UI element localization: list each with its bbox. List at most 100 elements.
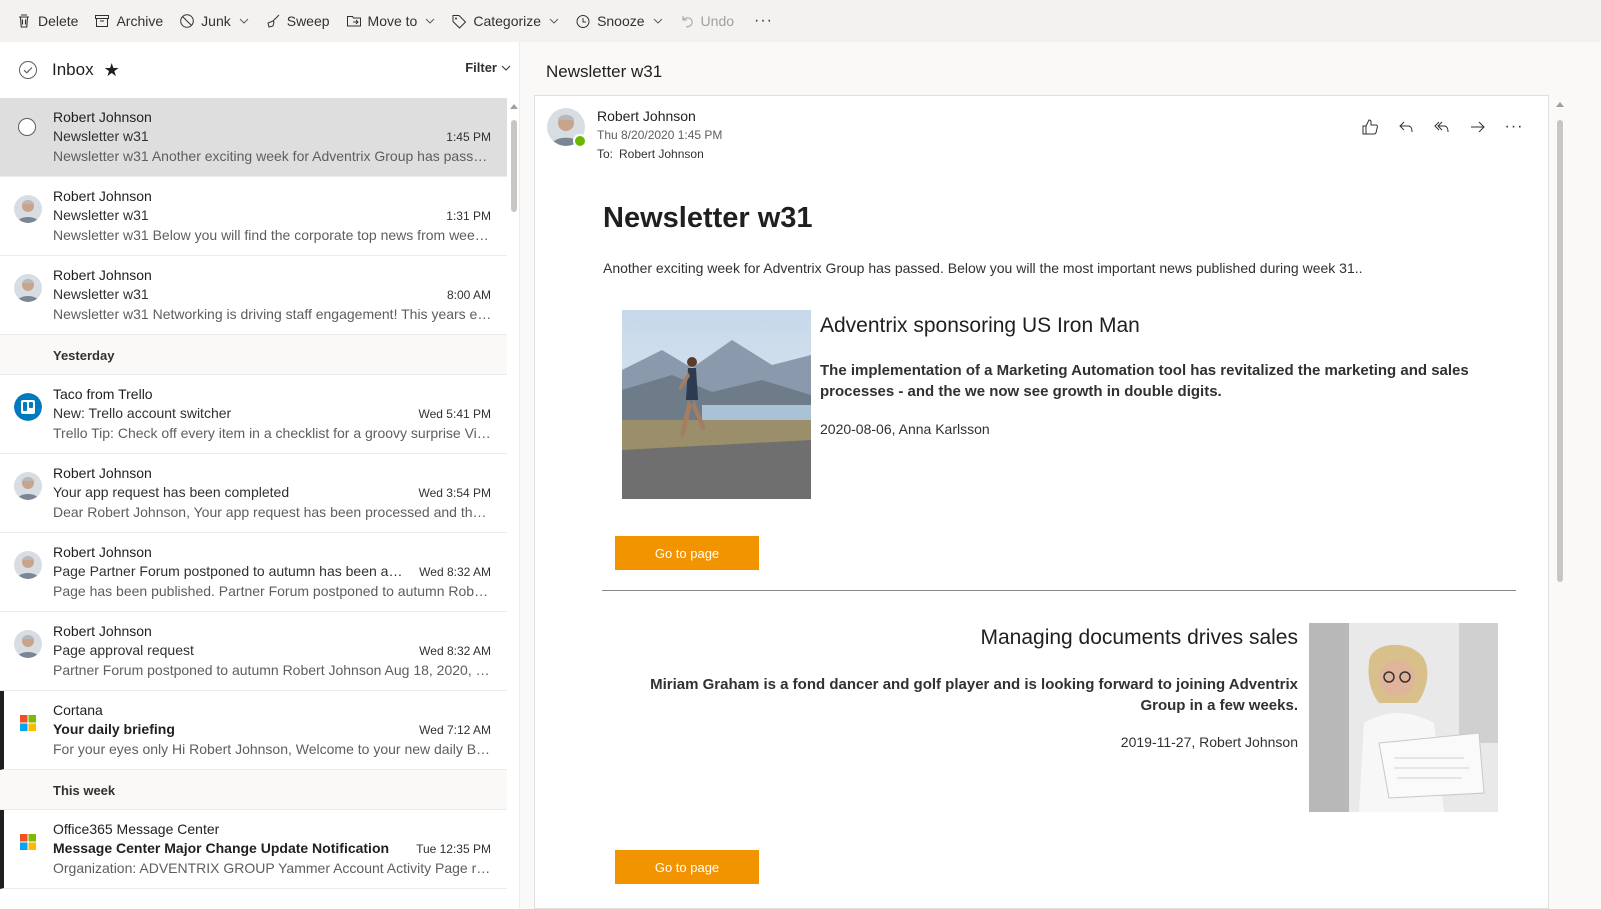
undo-icon (682, 16, 693, 28)
message-item[interactable]: Robert Johnson Page approval request Wed… (0, 612, 507, 691)
avatar (14, 195, 42, 223)
article-summary: The implementation of a Marketing Automa… (820, 362, 1469, 400)
scrollbar-thumb[interactable] (1557, 120, 1563, 582)
message-item-unread[interactable]: Cortana Your daily briefing Wed 7:12 AM … (0, 691, 507, 770)
undo-button[interactable]: Undo (671, 5, 742, 37)
message-item[interactable]: Taco from Trello New: Trello account swi… (0, 375, 507, 454)
forward-button[interactable] (1460, 116, 1496, 138)
select-all-checkmark-icon[interactable] (18, 60, 38, 80)
message-subject: Newsletter w31 (53, 286, 149, 302)
message-time: 1:45 PM (446, 130, 491, 144)
message-sender: Robert Johnson (53, 623, 152, 639)
move-to-label: Move to (367, 13, 418, 29)
message-subject: New: Trello account switcher (53, 405, 232, 421)
command-bar: Delete Archive Junk Sweep Move to Catego… (0, 0, 1601, 42)
block-icon (180, 14, 194, 28)
avatar (14, 551, 42, 579)
reply-all-icon (1434, 121, 1449, 133)
message-time: Wed 5:41 PM (418, 407, 491, 421)
message-list: Robert Johnson Newsletter w31 1:45 PM Ne… (0, 98, 518, 909)
go-to-page-button[interactable]: Go to page (615, 850, 759, 884)
runner-image (622, 310, 811, 499)
message-time: 8:00 AM (446, 288, 491, 302)
chevron-down-icon (239, 18, 249, 24)
message-subject: Newsletter w31 (53, 207, 149, 223)
more-options-button[interactable]: ··· (742, 12, 785, 30)
message-item[interactable]: Robert Johnson Page Partner Forum postpo… (0, 533, 507, 612)
recipients: To: Robert Johnson (597, 147, 704, 161)
clock-icon (576, 15, 590, 28)
chevron-down-icon (549, 18, 559, 24)
trash-icon (19, 14, 29, 28)
message-item[interactable]: Robert Johnson Newsletter w31 1:45 PM Ne… (0, 98, 507, 177)
reply-button[interactable] (1388, 116, 1424, 138)
newsletter-headline: Newsletter w31 (603, 202, 813, 234)
recipient-name[interactable]: Robert Johnson (619, 147, 704, 161)
group-header-yesterday: Yesterday (0, 335, 507, 375)
snooze-button[interactable]: Snooze (567, 5, 670, 37)
scroll-up-arrow-icon[interactable] (510, 104, 518, 109)
article-divider (602, 590, 1516, 591)
message-sender: Robert Johnson (53, 465, 152, 481)
message-item[interactable]: Robert Johnson Newsletter w31 1:31 PM Ne… (0, 177, 507, 256)
reading-pane-scrollbar[interactable] (1556, 100, 1564, 909)
message-time: Wed 8:32 AM (419, 644, 491, 658)
avatar (14, 274, 42, 302)
forward-icon (1471, 121, 1485, 133)
go-to-page-button[interactable]: Go to page (615, 536, 759, 570)
favorite-star-icon[interactable]: ★ (104, 60, 120, 81)
avatar (14, 630, 42, 658)
reply-all-button[interactable] (1424, 116, 1460, 138)
message-sender: Robert Johnson (53, 544, 152, 560)
message-preview: For your eyes only Hi Robert Johnson, We… (53, 741, 493, 757)
move-to-button[interactable]: Move to (338, 5, 444, 37)
message-subject: Page approval request (53, 642, 194, 658)
like-button[interactable] (1352, 116, 1388, 138)
message-preview: Newsletter w31 Another exciting week for… (53, 148, 493, 164)
delete-button[interactable]: Delete (8, 5, 86, 37)
message-preview: Trello Tip: Check off every item in a ch… (53, 425, 493, 441)
undo-label: Undo (700, 13, 735, 29)
message-item-unread[interactable]: Office365 Message Center Message Center … (0, 810, 507, 889)
article-summary: Miriam Graham is a fond dancer and golf … (650, 676, 1298, 714)
folder-title: Inbox (52, 60, 94, 79)
sweep-label: Sweep (286, 13, 330, 29)
message-time: 1:31 PM (446, 209, 491, 223)
article-title[interactable]: Managing documents drives sales (980, 626, 1298, 650)
article-title[interactable]: Adventrix sponsoring US Iron Man (820, 314, 1140, 338)
avatar (14, 472, 42, 500)
filter-button[interactable]: Filter (465, 60, 511, 75)
message-preview: Page has been published. Partner Forum p… (53, 583, 493, 599)
message-item[interactable]: Robert Johnson Your app request has been… (0, 454, 507, 533)
select-message-radio[interactable] (18, 118, 36, 136)
snooze-label: Snooze (597, 13, 645, 29)
message-time: Tue 12:35 PM (416, 842, 491, 856)
archive-button[interactable]: Archive (86, 5, 171, 37)
scrollbar-thumb[interactable] (511, 120, 517, 212)
message-sender: Cortana (53, 702, 103, 718)
message-preview: Newsletter w31 Below you will find the c… (53, 227, 493, 243)
message-item[interactable]: Robert Johnson Newsletter w31 8:00 AM Ne… (0, 256, 507, 335)
trello-logo-icon (14, 393, 42, 421)
sender-name[interactable]: Robert Johnson (597, 108, 696, 124)
message-time: Wed 7:12 AM (419, 723, 491, 737)
message-subject: Your daily briefing (53, 721, 175, 737)
article-meta: 2019-11-27, Robert Johnson (1120, 734, 1298, 750)
chevron-down-icon (501, 65, 511, 71)
message-sender: Robert Johnson (53, 109, 152, 125)
chevron-down-icon (426, 18, 435, 24)
newsletter-intro: Another exciting week for Adventrix Grou… (603, 260, 1363, 276)
message-subject: Your app request has been completed (53, 484, 290, 500)
message-list-scrollbar[interactable] (509, 102, 518, 909)
categorize-button[interactable]: Categorize (443, 5, 567, 37)
junk-button[interactable]: Junk (171, 5, 257, 37)
sweep-button[interactable]: Sweep (257, 5, 338, 37)
message-preview: Newsletter w31 Networking is driving sta… (53, 306, 493, 322)
to-label: To: (597, 147, 614, 161)
message-preview: Organization: ADVENTRIX GROUP Yammer Acc… (53, 860, 493, 876)
message-preview: Dear Robert Johnson, Your app request ha… (53, 504, 493, 520)
reply-icon (1399, 121, 1413, 133)
more-actions-button[interactable]: ··· (1496, 116, 1532, 138)
sent-date: Thu 8/20/2020 1:45 PM (597, 128, 723, 142)
scroll-up-arrow-icon[interactable] (1556, 102, 1564, 107)
